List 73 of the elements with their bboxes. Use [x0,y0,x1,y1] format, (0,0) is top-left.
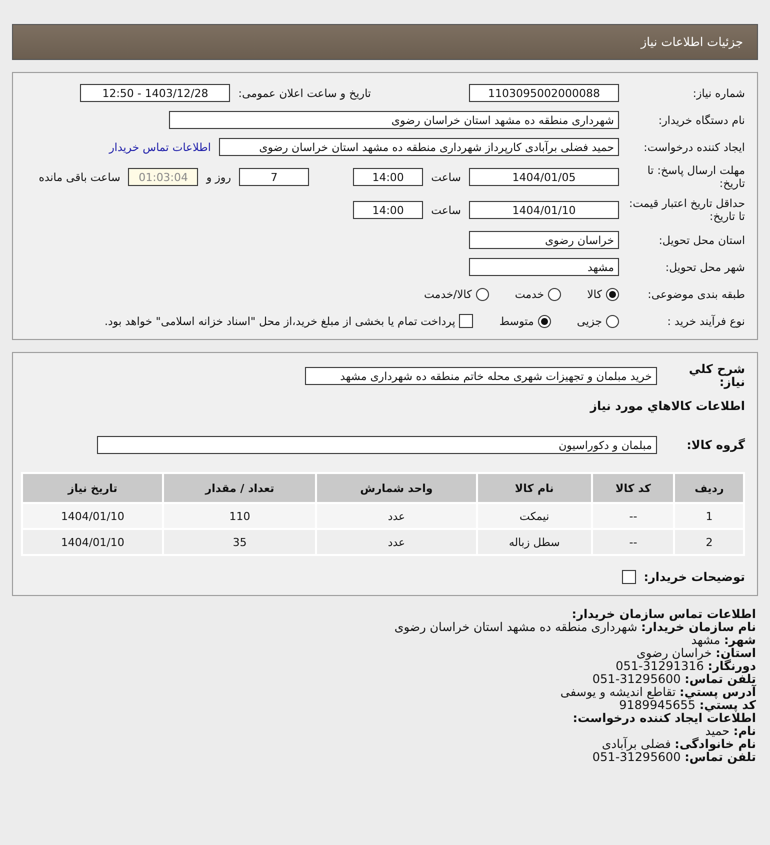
buyer-contact-link[interactable]: اطلاعات تماس خریدار [109,140,211,154]
field-label: روز و [206,170,232,184]
field-label: شرح کلي نياز: [688,363,745,389]
radio-label: خدمت [514,288,544,300]
radio-button[interactable] [606,288,619,300]
validity-time-field: 14:00 [353,201,424,219]
radio-label: جزیی [576,314,602,328]
field-label: شماره نیاز: [692,86,745,100]
contact-heading: اطلاعات تماس سازمان خریدار: [572,608,756,621]
deadline-time-field: 14:00 [353,168,424,186]
table-cell: 2 [674,529,744,555]
field-label: طبقه بندی موضوعی: [646,288,745,300]
checkbox-label: پرداخت تمام یا بخشی از مبلغ خرید،از محل "اسناد خزانه اسلامی" خواهد بود. [104,314,456,328]
table-cell: عدد [316,529,477,555]
field-label: نوع فرآیند خرید : [666,314,745,328]
table-cell: سطل زباله [476,529,592,555]
announce-date-field: 1403/12/28 - 12:50 [80,84,230,102]
deadline-date-field: 1404/01/05 [469,168,619,186]
radio-button[interactable] [476,288,489,300]
table-cell: 1404/01/10 [22,529,164,555]
radio-label: کالا/خدمت [424,288,472,300]
field-label: مهلت ارسال پاسخ: تا تاریخ: [646,164,745,190]
table-cell: نیمکت [476,503,592,529]
province-field: خراسان رضوی [469,231,619,249]
field-label: شهر محل تحویل: [664,260,745,274]
contact-line: نام: حمید [705,725,756,738]
field-label: توضیحات خریدار: [644,570,745,584]
radio-label: متوسط [499,314,534,328]
field-label: استان محل تحویل: [658,234,745,246]
days-field: 7 [239,168,310,186]
remaining-time-field: 01:03:04 [128,168,198,186]
buyer-field: شهرداری منطقه ده مشهد استان خراسان رضوی [169,111,619,129]
table-cell: 1404/01/10 [22,503,164,529]
contact-line: نام سازمان خریدار: شهرداری منطقه ده مشهد استان خراسان رضوی [394,621,756,634]
column-header: تعداد / مقدار [163,473,316,503]
column-header: ردیف [674,473,744,503]
contact-heading: اطلاعات ایجاد کننده درخواست: [572,712,756,725]
creator-field: حمید فضلی برآبادی کارپرداز شهرداری منطقه ده مشهد استان خراسان رضوی [219,138,619,156]
table-cell: -- [592,529,674,555]
radio-button[interactable] [606,314,619,328]
contact-line: استان: خراسان رضوی [636,647,756,660]
table-cell: -- [592,503,674,529]
field-label: گروه کالا: [686,438,745,452]
column-header: نام کالا [476,473,592,503]
page-header: جزئیات اطلاعات نیاز [12,24,758,60]
field-label: ساعت [431,204,461,216]
column-header: تاریخ نیاز [22,473,164,503]
goods-group-field: مبلمان و دکوراسیون [97,436,657,454]
table-cell: 110 [163,503,316,529]
checkbox[interactable] [622,570,636,584]
field-label: نام دستگاه خریدار: [657,114,745,126]
checkbox[interactable] [459,314,474,328]
column-header: واحد شمارش [316,473,477,503]
radio-label: کالا [587,288,602,300]
city-field: مشهد [469,258,619,276]
section-heading: اطلاعات کالاهاي مورد نياز [590,399,745,413]
contact-line: نام خانوادگی: فضلی برآبادی [602,738,756,751]
table-cell: 35 [163,529,316,555]
field-label: تاریخ و ساعت اعلان عمومی: [238,86,371,100]
table-cell: 1 [674,503,744,529]
contact-line: آدرس پستي: تقاطع اندیشه و یوسفی [560,686,756,699]
field-label: حداقل تاریخ اعتبار قیمت: تا تاریخ: [628,197,745,223]
field-label: ایجاد کننده درخواست: [642,140,745,154]
contact-line: شهر: مشهد [691,634,756,647]
need-number-field: 1103095002000088 [469,84,619,102]
column-header: کد کالا [592,473,674,503]
description-field: خرید مبلمان و تجهیزات شهری محله خاتم منطقه ده شهرداری مشهد [305,367,657,385]
field-label: ساعت باقی مانده [38,170,120,184]
radio-button[interactable] [548,288,562,300]
field-label: ساعت [431,170,461,184]
validity-date-field: 1404/01/10 [469,201,619,219]
radio-button[interactable] [538,314,551,328]
table-cell: عدد [316,503,477,529]
